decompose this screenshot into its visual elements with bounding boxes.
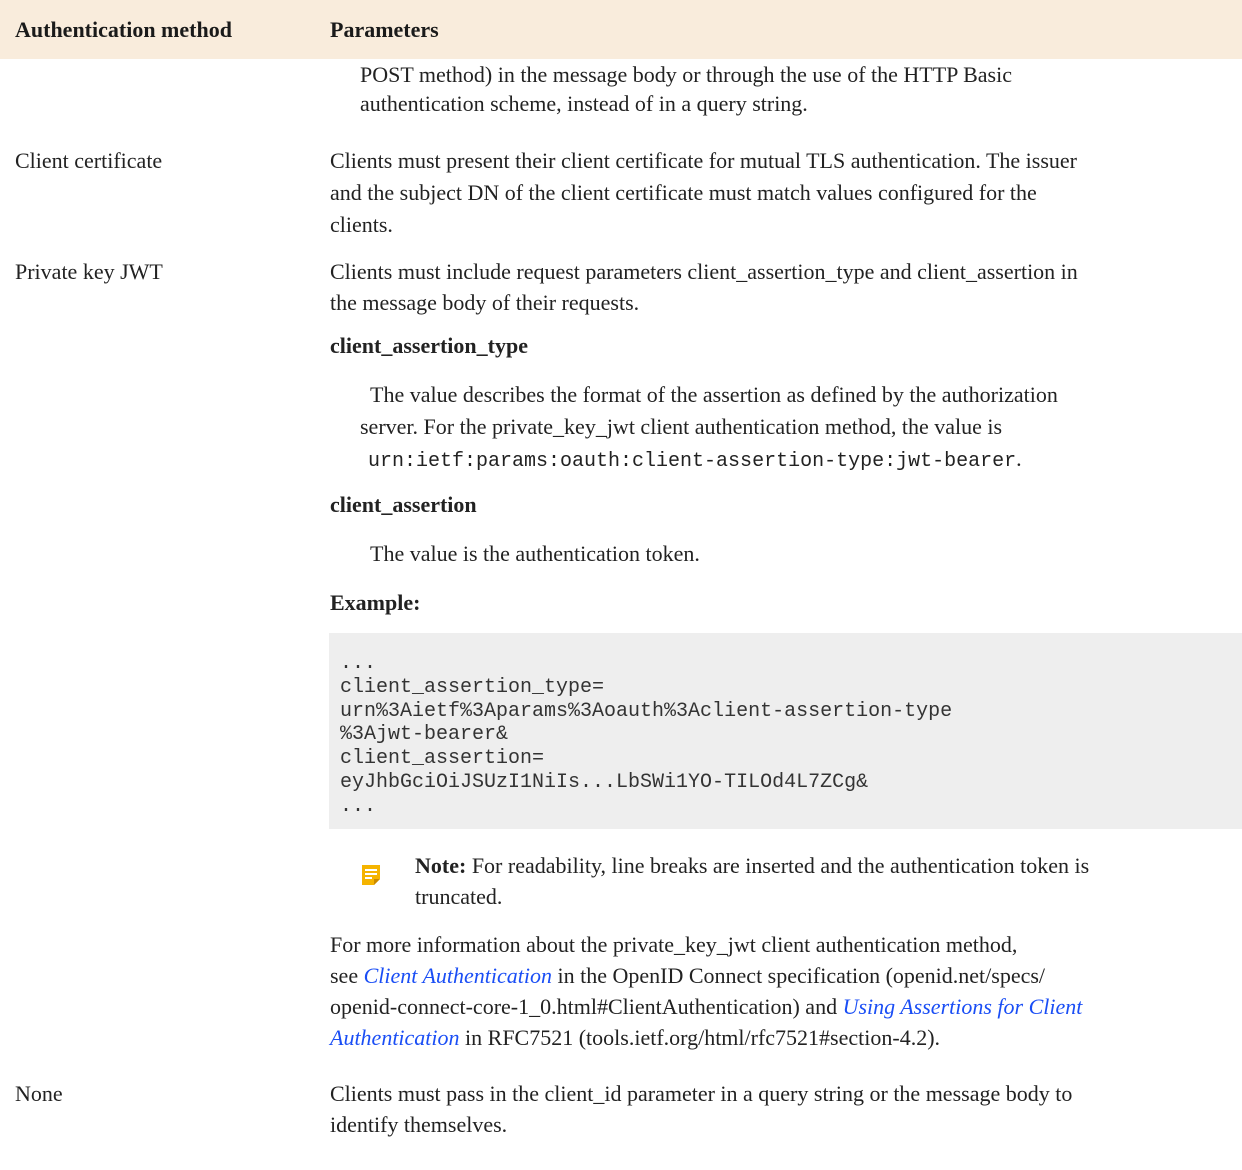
link-using-assertions-cont[interactable]: Authentication bbox=[330, 1025, 460, 1050]
row-label-private-key-jwt: Private key JWT bbox=[15, 259, 163, 284]
none-line-1: Clients must pass in the client_id param… bbox=[330, 1081, 1073, 1106]
continuation-line-1: POST method) in the message body or thro… bbox=[360, 62, 1012, 87]
note-icon bbox=[362, 865, 380, 885]
link-client-authentication[interactable]: Client Authentication bbox=[364, 963, 552, 988]
code-example-text: ... client_assertion_type= urn%3Aietf%3A… bbox=[340, 652, 952, 819]
more-info-line-2: see Client Authentication in the OpenID … bbox=[330, 963, 1046, 988]
note-line-1: Note: For readability, line breaks are i… bbox=[415, 853, 1090, 878]
column-header-method: Authentication method bbox=[15, 17, 232, 42]
code-line: %3Ajwt-bearer& bbox=[340, 723, 509, 747]
code-line: urn%3Aietf%3Aparams%3Aoauth%3Aclient-ass… bbox=[340, 699, 953, 723]
param-desc-line-3: urn:ietf:params:oauth:client-assertion-t… bbox=[368, 446, 1022, 473]
code-line: client_assertion_type= bbox=[340, 675, 605, 699]
client-certificate-line-3: clients. bbox=[330, 212, 393, 237]
assertion-type-urn-code: urn:ietf:params:oauth:client-assertion-t… bbox=[368, 450, 1017, 473]
example-label: Example: bbox=[330, 590, 421, 615]
param-name-client-assertion: client_assertion bbox=[330, 492, 477, 517]
note-line-2: truncated. bbox=[415, 884, 503, 909]
code-line: client_assertion= bbox=[340, 747, 545, 771]
row-label-client-certificate: Client certificate bbox=[15, 148, 163, 173]
link-using-assertions[interactable]: Using Assertions for Client bbox=[843, 994, 1083, 1019]
more-info-line-3: openid-connect-core-1_0.html#ClientAuthe… bbox=[330, 994, 1083, 1019]
note-label: Note: bbox=[415, 853, 467, 878]
client-certificate-line-1: Clients must present their client certif… bbox=[330, 148, 1077, 173]
param-desc-line-2: server. For the private_key_jwt client a… bbox=[360, 414, 1003, 439]
table-header: Authentication method Parameters bbox=[0, 0, 1242, 59]
code-line: ... bbox=[340, 794, 377, 818]
param-desc-line-1: The value describes the format of the as… bbox=[370, 382, 1058, 407]
param-desc-client-assertion: The value is the authentication token. bbox=[370, 541, 700, 566]
more-info-line-1: For more information about the private_k… bbox=[330, 932, 1018, 957]
private-key-jwt-intro-line-1: Clients must include request parameters … bbox=[330, 259, 1078, 284]
client-certificate-line-2: and the subject DN of the client certifi… bbox=[330, 180, 1037, 205]
continuation-line-2: authentication scheme, instead of in a q… bbox=[360, 91, 808, 116]
none-line-2: identify themselves. bbox=[330, 1112, 508, 1137]
code-example-block: ... client_assertion_type= urn%3Aietf%3A… bbox=[329, 633, 1242, 829]
column-header-parameters: Parameters bbox=[330, 17, 439, 42]
row-label-none: None bbox=[15, 1081, 63, 1106]
code-line: eyJhbGciOiJSUzI1NiIs...LbSWi1YO-TILOd4L7… bbox=[340, 770, 869, 794]
private-key-jwt-intro-line-2: the message body of their requests. bbox=[330, 290, 640, 315]
param-name-client-assertion-type: client_assertion_type bbox=[330, 333, 528, 358]
code-line: ... bbox=[340, 652, 377, 675]
more-info-line-4: Authentication in RFC7521 (tools.ietf.or… bbox=[330, 1025, 941, 1050]
